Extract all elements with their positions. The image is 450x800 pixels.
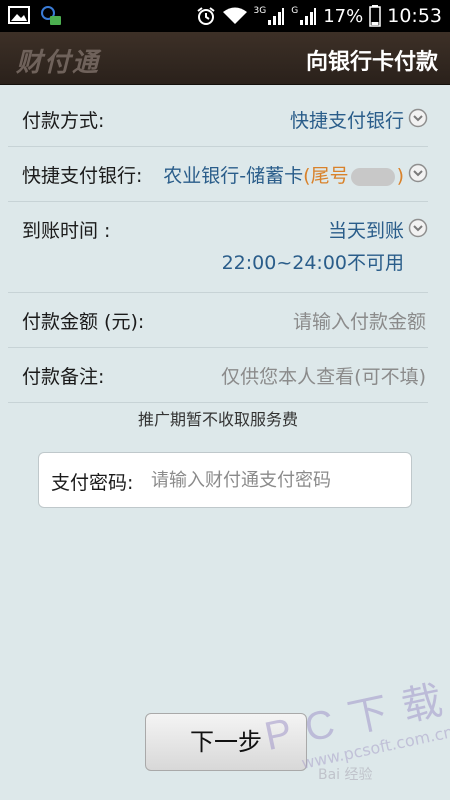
password-input[interactable]: [149, 461, 403, 499]
signal-icon-2: [300, 8, 317, 25]
signal-icon: [268, 8, 285, 25]
amount-input[interactable]: 请输入付款金额: [293, 307, 426, 334]
payment-form: 付款方式: 快捷支付银行 快捷支付银行: 农业银行-储蓄卡(尾号) 到账时间 :…: [8, 92, 428, 403]
clock: 10:53: [387, 5, 442, 27]
arrival-time-label: 到账时间 :: [22, 220, 111, 242]
status-left: [8, 5, 62, 27]
card-tail-close: ): [396, 165, 404, 187]
status-bar: 3G G 17% 10:53: [0, 0, 450, 32]
arrival-time-value: 当天到账: [327, 220, 404, 242]
bank-name: 农业银行-储蓄卡: [163, 165, 304, 187]
remark-input[interactable]: 仅供您本人查看(可不填): [221, 362, 426, 389]
amount-row[interactable]: 付款金额 (元): 请输入付款金额: [8, 293, 428, 348]
signal-3g-label: 3G: [253, 6, 267, 16]
battery-percent: 17%: [323, 5, 364, 27]
arrival-time-row[interactable]: 到账时间 : 当天到账 22:00~24:00不可用: [8, 202, 428, 293]
image-icon: [8, 6, 30, 24]
payment-method-row[interactable]: 付款方式: 快捷支付银行: [8, 92, 428, 147]
quick-bank-label: 快捷支付银行:: [22, 165, 143, 187]
page-title: 向银行卡付款: [305, 50, 438, 75]
arrival-time-note: 22:00~24:00不可用: [221, 252, 404, 274]
password-box[interactable]: 支付密码:: [38, 452, 412, 508]
quick-bank-row[interactable]: 快捷支付银行: 农业银行-储蓄卡(尾号): [8, 147, 428, 202]
payment-method-label: 付款方式:: [22, 110, 105, 132]
card-tail-open: (尾号: [303, 165, 349, 187]
watermark-baidu: Bai 经验: [318, 767, 373, 783]
tenpay-logo: 财付通: [16, 48, 101, 78]
alarm-icon: [196, 7, 215, 25]
remark-label: 付款备注:: [22, 366, 105, 388]
amount-label: 付款金额 (元):: [22, 311, 145, 333]
payment-method-value: 快捷支付银行: [289, 110, 404, 132]
wifi-icon: [222, 7, 247, 24]
masked-card-number: [350, 167, 395, 186]
status-right: 3G G 17% 10:53: [196, 0, 442, 32]
chevron-down-icon[interactable]: [408, 108, 428, 128]
battery-icon: [369, 5, 381, 27]
signal-g-label: G: [291, 6, 299, 16]
notification-app-icon: [41, 6, 61, 25]
quick-bank-value: 农业银行-储蓄卡(尾号): [163, 161, 404, 188]
app-header: 财付通 向银行卡付款: [0, 32, 450, 85]
promo-note: 推广期暂不收取服务费: [137, 410, 298, 429]
chevron-down-icon[interactable]: [408, 218, 428, 238]
chevron-down-icon[interactable]: [408, 163, 428, 183]
remark-row[interactable]: 付款备注: 仅供您本人查看(可不填): [8, 348, 428, 403]
password-label: 支付密码:: [51, 472, 134, 494]
